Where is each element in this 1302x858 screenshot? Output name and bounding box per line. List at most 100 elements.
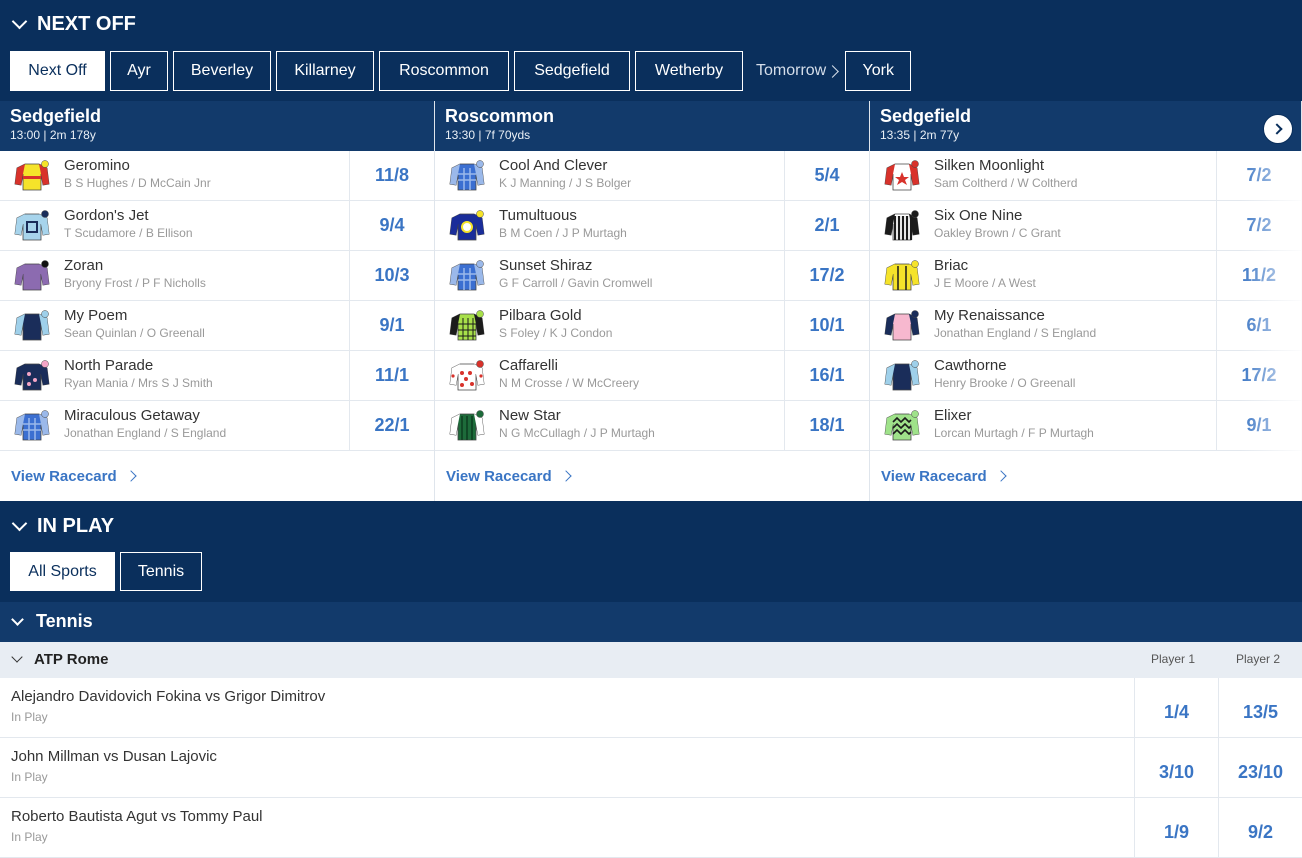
horse-name: Silken Moonlight (934, 157, 1045, 174)
odds-button[interactable]: 2/1 (784, 201, 869, 250)
runner-info[interactable]: New Star N G McCullagh / J P Murtagh (487, 401, 784, 450)
odds-button[interactable]: 9/1 (1216, 401, 1301, 450)
runner-info[interactable]: Caffarelli N M Crosse / W McCreery (487, 351, 784, 400)
runner-info[interactable]: North Parade Ryan Mania / Mrs S J Smith (52, 351, 349, 400)
tab-next-off[interactable]: Next Off (10, 51, 105, 91)
match-name[interactable]: John Millman vs Dusan Lajovic (11, 748, 217, 765)
tab-roscommon[interactable]: Roscommon (379, 51, 509, 91)
jockey-silk-icon (882, 401, 922, 451)
odds-button[interactable]: 10/3 (349, 251, 434, 300)
race-time-distance: 13:00 | 2m 178y (10, 128, 96, 142)
odds-button[interactable]: 9/4 (349, 201, 434, 250)
player2-odds-button[interactable]: 9/2 (1218, 798, 1302, 857)
chevron-right-icon (124, 470, 137, 482)
runner-info[interactable]: My Poem Sean Quinlan / O Greenall (52, 301, 349, 350)
match-status: In Play (11, 830, 48, 844)
runner-info[interactable]: Gordon's Jet T Scudamore / B Ellison (52, 201, 349, 250)
runner-info[interactable]: Zoran Bryony Frost / P F Nicholls (52, 251, 349, 300)
horse-name: Pilbara Gold (499, 307, 582, 324)
odds-button[interactable]: 18/1 (784, 401, 869, 450)
race-header[interactable]: Sedgefield 13:35 | 2m 77y (870, 101, 1301, 151)
odds-button[interactable]: 5/4 (784, 151, 869, 200)
sport-header[interactable]: Tennis (0, 602, 1302, 642)
jockey-silk-icon (12, 351, 52, 401)
race-card: Sedgefield 13:35 | 2m 77y Silken Moonlig… (870, 101, 1302, 501)
odds-button[interactable]: 11/2 (1216, 251, 1301, 300)
player1-odds-button[interactable]: 3/10 (1134, 738, 1218, 797)
match-row: Roberto Bautista Agut vs Tommy Paul In P… (0, 798, 1302, 858)
tab-tennis[interactable]: Tennis (120, 552, 202, 591)
jockey-silk-icon (12, 201, 52, 251)
player1-odds-button[interactable]: 1/9 (1134, 798, 1218, 857)
match-name[interactable]: Alejandro Davidovich Fokina vs Grigor Di… (11, 688, 325, 705)
jockey-trainer: N G McCullagh / J P Murtagh (499, 426, 655, 440)
tomorrow-label[interactable]: Tomorrow (756, 62, 840, 80)
odds-button[interactable]: 9/1 (349, 301, 434, 350)
jockey-trainer: Bryony Frost / P F Nicholls (64, 276, 206, 290)
player1-odds-button[interactable]: 1/4 (1134, 678, 1218, 737)
runner-info[interactable]: Miraculous Getaway Jonathan England / S … (52, 401, 349, 450)
next-races-button[interactable] (1263, 114, 1293, 144)
runner-row: North Parade Ryan Mania / Mrs S J Smith … (0, 351, 434, 401)
odds-button[interactable]: 10/1 (784, 301, 869, 350)
jockey-silk-icon (882, 201, 922, 251)
view-racecard-link[interactable]: View Racecard (870, 451, 1301, 501)
meeting-tabs: Next Off Ayr Beverley Killarney Roscommo… (10, 51, 916, 91)
runner-row: Six One Nine Oakley Brown / C Grant 7/2 (870, 201, 1301, 251)
runner-info[interactable]: Six One Nine Oakley Brown / C Grant (922, 201, 1216, 250)
match-status: In Play (11, 710, 48, 724)
next-off-title: NEXT OFF (37, 13, 136, 35)
runner-info[interactable]: Elixer Lorcan Murtagh / F P Murtagh (922, 401, 1216, 450)
jockey-trainer: Sean Quinlan / O Greenall (64, 326, 205, 340)
runner-info[interactable]: Silken Moonlight Sam Coltherd / W Colthe… (922, 151, 1216, 200)
odds-button[interactable]: 16/1 (784, 351, 869, 400)
runner-row: Silken Moonlight Sam Coltherd / W Colthe… (870, 151, 1301, 201)
player2-odds-button[interactable]: 23/10 (1218, 738, 1302, 797)
jockey-silk-icon (447, 151, 487, 201)
runner-info[interactable]: Cawthorne Henry Brooke / O Greenall (922, 351, 1216, 400)
race-card: Roscommon 13:30 | 7f 70yds Cool And Clev… (435, 101, 870, 501)
jockey-trainer: K J Manning / J S Bolger (499, 176, 632, 190)
jockey-silk-icon (882, 301, 922, 351)
competition-header[interactable]: ATP Rome Player 1 Player 2 (0, 642, 1302, 678)
in-play-title: IN PLAY (37, 515, 115, 537)
match-row: Alejandro Davidovich Fokina vs Grigor Di… (0, 678, 1302, 738)
tab-sedgefield[interactable]: Sedgefield (514, 51, 630, 91)
tab-wetherby[interactable]: Wetherby (635, 51, 743, 91)
odds-button[interactable]: 17/2 (1216, 351, 1301, 400)
tab-killarney[interactable]: Killarney (276, 51, 374, 91)
runner-info[interactable]: Cool And Clever K J Manning / J S Bolger (487, 151, 784, 200)
next-off-toggle[interactable]: NEXT OFF (10, 13, 136, 36)
view-racecard-link[interactable]: View Racecard (435, 451, 869, 501)
runner-info[interactable]: Geromino B S Hughes / D McCain Jnr (52, 151, 349, 200)
runner-info[interactable]: My Renaissance Jonathan England / S Engl… (922, 301, 1216, 350)
runner-row: My Renaissance Jonathan England / S Engl… (870, 301, 1301, 351)
odds-button[interactable]: 7/2 (1216, 151, 1301, 200)
view-racecard-link[interactable]: View Racecard (0, 451, 434, 501)
race-card: Sedgefield 13:00 | 2m 178y Geromino B S … (0, 101, 435, 501)
runner-row: Geromino B S Hughes / D McCain Jnr 11/8 (0, 151, 434, 201)
runner-info[interactable]: Sunset Shiraz G F Carroll / Gavin Cromwe… (487, 251, 784, 300)
jockey-trainer: G F Carroll / Gavin Cromwell (499, 276, 653, 290)
in-play-toggle[interactable]: IN PLAY (10, 515, 114, 538)
odds-button[interactable]: 7/2 (1216, 201, 1301, 250)
tab-all-sports[interactable]: All Sports (10, 552, 115, 591)
runner-row: Pilbara Gold S Foley / K J Condon 10/1 (435, 301, 869, 351)
tab-ayr[interactable]: Ayr (110, 51, 168, 91)
odds-button[interactable]: 11/1 (349, 351, 434, 400)
odds-button[interactable]: 6/1 (1216, 301, 1301, 350)
race-header[interactable]: Roscommon 13:30 | 7f 70yds (435, 101, 869, 151)
tab-beverley[interactable]: Beverley (173, 51, 271, 91)
runner-info[interactable]: Briac J E Moore / A West (922, 251, 1216, 300)
runner-info[interactable]: Pilbara Gold S Foley / K J Condon (487, 301, 784, 350)
odds-button[interactable]: 17/2 (784, 251, 869, 300)
odds-button[interactable]: 11/8 (349, 151, 434, 200)
runner-row: Miraculous Getaway Jonathan England / S … (0, 401, 434, 451)
player2-odds-button[interactable]: 13/5 (1218, 678, 1302, 737)
horse-name: Briac (934, 257, 969, 274)
runner-info[interactable]: Tumultuous B M Coen / J P Murtagh (487, 201, 784, 250)
race-header[interactable]: Sedgefield 13:00 | 2m 178y (0, 101, 434, 151)
match-name[interactable]: Roberto Bautista Agut vs Tommy Paul (11, 808, 263, 825)
odds-button[interactable]: 22/1 (349, 401, 434, 450)
tab-york[interactable]: York (845, 51, 912, 91)
